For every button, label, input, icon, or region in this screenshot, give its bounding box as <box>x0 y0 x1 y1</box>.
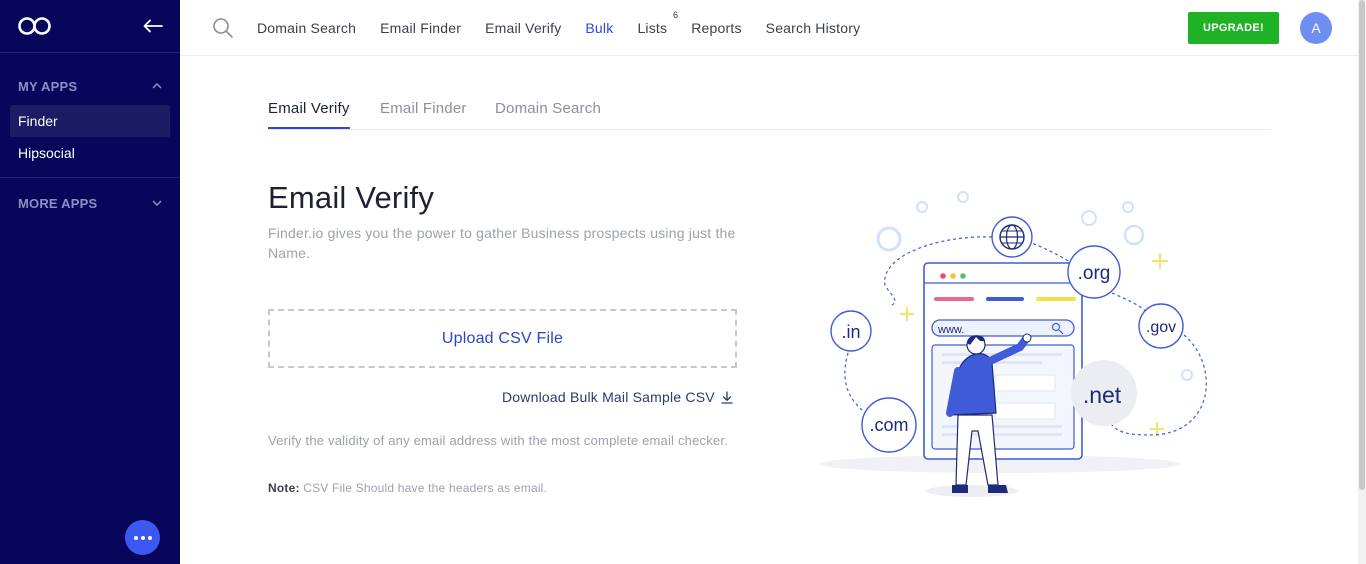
page-subtitle: Finder.io gives you the power to gather … <box>268 225 736 261</box>
collapse-sidebar-button[interactable] <box>142 15 164 37</box>
upgrade-button[interactable]: UPGRADE! <box>1188 12 1279 44</box>
sidebar-item-label: Finder <box>18 113 58 129</box>
download-sample-label: Download Bulk Mail Sample CSV <box>502 389 715 405</box>
tab-domain-search[interactable]: Domain Search <box>495 100 601 117</box>
nav-lists[interactable]: Lists 6 <box>637 10 678 36</box>
domain-bubble-org: .org <box>1078 263 1111 284</box>
lists-count-badge: 6 <box>673 9 679 20</box>
sidebar-header <box>0 0 180 53</box>
sidebar: MY APPS Finder Hipsocial MORE APPS <box>0 0 180 564</box>
download-sample-csv-link[interactable]: Download Bulk Mail Sample CSV <box>502 389 733 405</box>
nav-lists-label: Lists <box>637 19 668 36</box>
chat-more-button[interactable] <box>125 520 160 555</box>
upload-csv-label: Upload CSV File <box>441 329 564 347</box>
domain-bubble-in: .in <box>841 322 860 342</box>
tab-email-verify[interactable]: Email Verify <box>268 100 350 117</box>
sidebar-divider <box>0 177 180 178</box>
note-label: Note: <box>268 481 300 495</box>
chevron-down-icon <box>152 200 162 206</box>
url-text: www. <box>937 324 964 336</box>
sidebar-item-label: Hipsocial <box>18 145 75 161</box>
download-icon <box>721 390 733 404</box>
app-root: MY APPS Finder Hipsocial MORE APPS Domai… <box>0 0 1366 564</box>
scrollbar-thumb[interactable] <box>1359 0 1365 490</box>
nav-reports[interactable]: Reports <box>691 20 741 36</box>
nav-email-verify[interactable]: Email Verify <box>485 20 561 36</box>
more-apps-section-toggle[interactable]: MORE APPS <box>0 194 180 212</box>
my-apps-section-toggle[interactable]: MY APPS <box>0 77 180 95</box>
tab-bar: Email Verify Email Finder Domain Search <box>268 86 1271 130</box>
verify-description: Verify the validity of any email address… <box>268 433 728 448</box>
active-tab-indicator <box>268 127 350 129</box>
nav-bulk[interactable]: Bulk <box>585 20 613 36</box>
arrow-left-icon <box>143 19 163 33</box>
more-apps-label: MORE APPS <box>18 195 98 211</box>
nav-domain-search[interactable]: Domain Search <box>257 20 356 36</box>
nav-email-finder[interactable]: Email Finder <box>380 20 461 36</box>
domain-bubble-gov: .gov <box>1146 319 1176 336</box>
domain-bubble-com: .com <box>869 415 908 435</box>
sidebar-item-finder[interactable]: Finder <box>10 105 170 137</box>
domain-search-illustration: www. .org .in .gov .net .com <box>820 191 1207 497</box>
my-apps-label: MY APPS <box>18 78 78 94</box>
chevron-up-icon <box>152 83 162 89</box>
upload-csv-dropzone[interactable]: Upload CSV File <box>268 309 737 368</box>
more-dots-icon <box>147 535 152 540</box>
avatar[interactable]: A <box>1300 12 1332 44</box>
logo-icon <box>18 17 51 35</box>
more-dots-icon <box>140 535 145 540</box>
nav-search-history[interactable]: Search History <box>766 20 861 36</box>
top-navigation: Domain Search Email Finder Email Verify … <box>180 0 1358 56</box>
scrollbar[interactable] <box>1358 0 1366 564</box>
page-title: Email Verify <box>268 180 435 215</box>
more-dots-icon <box>133 535 138 540</box>
csv-note: Note: CSV File Should have the headers a… <box>268 481 547 495</box>
domain-bubble-net: .net <box>1083 382 1122 408</box>
note-text: CSV File Should have the headers as emai… <box>303 481 548 495</box>
search-icon[interactable] <box>212 17 234 39</box>
tab-email-finder[interactable]: Email Finder <box>380 100 467 117</box>
sidebar-item-hipsocial[interactable]: Hipsocial <box>10 137 170 169</box>
